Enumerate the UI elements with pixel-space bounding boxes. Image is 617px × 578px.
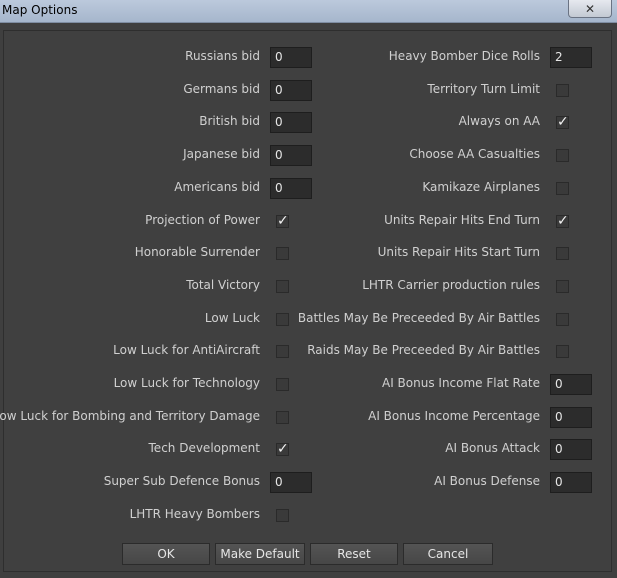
reset-button[interactable]: Reset bbox=[310, 543, 398, 565]
tech-development-checkbox[interactable]: ✓ bbox=[276, 441, 289, 458]
units-repair-hits-end-turn-checkbox[interactable]: ✓ bbox=[556, 212, 569, 229]
heavy-bomber-dice-rolls-label: Heavy Bomber Dice Rolls bbox=[388, 49, 540, 63]
super-sub-defence-bonus-label: Super Sub Defence Bonus bbox=[103, 474, 260, 489]
close-button[interactable]: ✕ bbox=[568, 0, 612, 18]
kamikaze-airplanes-checkbox[interactable] bbox=[556, 181, 569, 195]
total-victory-checkbox[interactable] bbox=[276, 279, 289, 293]
ok-button[interactable]: OK bbox=[122, 543, 210, 565]
super-sub-defence-bonus-input[interactable]: 0 bbox=[270, 472, 312, 494]
ai-bonus-income-flat-rate-input[interactable]: 0 bbox=[550, 374, 592, 395]
raids-may-be-preceeded-by-air-battles-label: Raids May Be Preceeded By Air Battles bbox=[307, 343, 540, 358]
americans-bid-input[interactable]: 0 bbox=[270, 177, 312, 199]
units-repair-hits-start-turn-label: Units Repair Hits Start Turn bbox=[377, 245, 540, 260]
lhtr-carrier-production-rules-checkbox[interactable] bbox=[556, 279, 569, 293]
units-repair-hits-end-turn-label: Units Repair Hits End Turn bbox=[384, 212, 540, 227]
kamikaze-airplanes-label: Kamikaze Airplanes bbox=[422, 179, 540, 194]
low-luck-for-technology-checkbox[interactable] bbox=[276, 378, 289, 391]
ai-bonus-attack-input[interactable]: 0 bbox=[550, 439, 592, 461]
ai-bonus-attack-label: AI Bonus Attack bbox=[445, 441, 540, 456]
japanese-bid-input[interactable]: 0 bbox=[270, 145, 312, 167]
ai-bonus-income-percentage-label: AI Bonus Income Percentage bbox=[368, 408, 540, 423]
germans-bid-label: Germans bid bbox=[183, 81, 260, 96]
lhtr-carrier-production-rules-label: LHTR Carrier production rules bbox=[362, 277, 540, 292]
battles-may-be-preceeded-by-air-battles-checkbox[interactable] bbox=[556, 312, 569, 326]
territory-turn-limit-label: Territory Turn Limit bbox=[427, 81, 540, 96]
germans-bid-input[interactable]: 0 bbox=[270, 79, 312, 101]
close-icon: ✕ bbox=[584, 1, 596, 16]
checkmark-icon: ✓ bbox=[557, 114, 569, 131]
checkmark-icon: ✓ bbox=[277, 441, 289, 458]
russians-bid-input[interactable]: 0 bbox=[270, 47, 312, 68]
heavy-bomber-dice-rolls-input[interactable]: 2 bbox=[550, 47, 592, 68]
always-on-aa-checkbox[interactable]: ✓ bbox=[556, 114, 569, 131]
always-on-aa-label: Always on AA bbox=[458, 114, 540, 129]
honorable-surrender-checkbox[interactable] bbox=[276, 247, 289, 261]
window-title: Map Options bbox=[2, 3, 78, 17]
title-bar: Map Options ✕ bbox=[0, 0, 617, 23]
ai-bonus-defense-input[interactable]: 0 bbox=[550, 472, 592, 494]
make-default-button[interactable]: Make Default bbox=[215, 543, 305, 565]
checkmark-icon: ✓ bbox=[277, 212, 289, 229]
low-luck-for-antiaircraft-checkbox[interactable] bbox=[276, 345, 289, 359]
cancel-button[interactable]: Cancel bbox=[403, 543, 493, 565]
americans-bid-label: Americans bid bbox=[174, 179, 260, 194]
low-luck-for-technology-label: Low Luck for Technology bbox=[113, 376, 260, 390]
checkmark-icon: ✓ bbox=[557, 212, 569, 229]
low-luck-for-antiaircraft-label: Low Luck for AntiAircraft bbox=[113, 343, 260, 358]
lhtr-heavy-bombers-checkbox[interactable] bbox=[276, 508, 289, 522]
ai-bonus-income-percentage-input[interactable]: 0 bbox=[550, 406, 592, 428]
british-bid-label: British bid bbox=[199, 114, 260, 129]
projection-of-power-checkbox[interactable]: ✓ bbox=[276, 212, 289, 229]
projection-of-power-label: Projection of Power bbox=[145, 212, 260, 227]
japanese-bid-label: Japanese bid bbox=[183, 147, 260, 162]
ai-bonus-defense-label: AI Bonus Defense bbox=[434, 474, 540, 489]
british-bid-input[interactable]: 0 bbox=[270, 112, 312, 134]
choose-aa-casualties-label: Choose AA Casualties bbox=[409, 147, 540, 162]
lhtr-heavy-bombers-label: LHTR Heavy Bombers bbox=[129, 506, 260, 521]
tech-development-label: Tech Development bbox=[148, 441, 260, 456]
low-luck-checkbox[interactable] bbox=[276, 312, 289, 326]
low-luck-for-bombing-and-territory-damage-label: Low Luck for Bombing and Territory Damag… bbox=[0, 408, 260, 423]
units-repair-hits-start-turn-checkbox[interactable] bbox=[556, 247, 569, 261]
battles-may-be-preceeded-by-air-battles-label: Battles May Be Preceeded By Air Battles bbox=[297, 310, 540, 325]
choose-aa-casualties-checkbox[interactable] bbox=[556, 149, 569, 163]
total-victory-label: Total Victory bbox=[186, 277, 260, 292]
honorable-surrender-label: Honorable Surrender bbox=[134, 245, 260, 260]
raids-may-be-preceeded-by-air-battles-checkbox[interactable] bbox=[556, 345, 569, 359]
ai-bonus-income-flat-rate-label: AI Bonus Income Flat Rate bbox=[381, 376, 540, 390]
russians-bid-label: Russians bid bbox=[185, 49, 260, 63]
low-luck-for-bombing-and-territory-damage-checkbox[interactable] bbox=[276, 410, 289, 424]
territory-turn-limit-checkbox[interactable] bbox=[556, 83, 569, 97]
low-luck-label: Low Luck bbox=[204, 310, 260, 325]
